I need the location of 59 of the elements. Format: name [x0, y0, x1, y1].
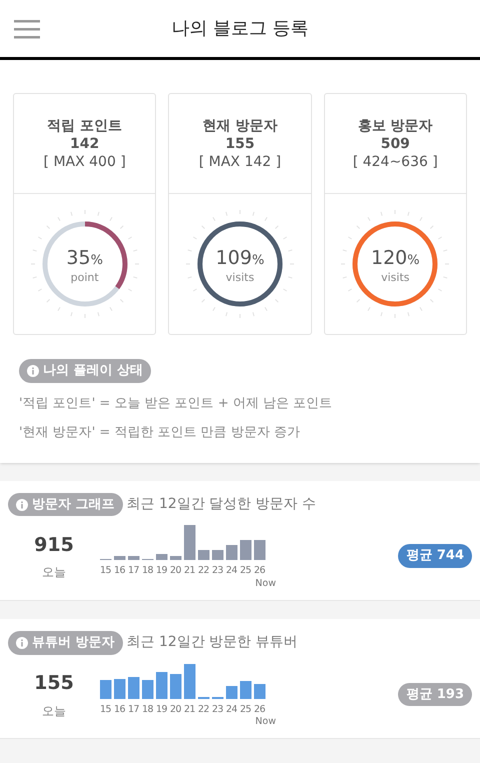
section-badge: 뷰튜버 방문자 [8, 631, 123, 654]
axis-label: 25 [240, 702, 252, 716]
gauge-percent: 120% [371, 249, 420, 268]
info-icon [16, 636, 28, 649]
gauge-caption: point [70, 270, 99, 286]
stat-range: [ 424~636 ] [352, 152, 438, 170]
status-badge: 나의 플레이 상태 [19, 359, 152, 382]
axis-label: 19 [156, 564, 168, 578]
today-label: 오늘 [42, 702, 66, 720]
section-description: 최근 12일간 달성한 방문자 수 [126, 495, 316, 514]
axis-label: 17 [128, 564, 140, 578]
axis-label: 20 [170, 702, 182, 716]
axis-label: 25 [240, 564, 252, 578]
section-description: 최근 12일간 방문한 뷰튜버 [126, 633, 298, 652]
gauge-percent: 109% [216, 249, 264, 268]
average-badge: 평균 193 [398, 682, 472, 706]
axis-label: 26 [254, 702, 266, 716]
axis-label: 22 [198, 564, 210, 578]
stat-title: 적립 포인트 [47, 116, 122, 134]
axis-label: 21 [184, 702, 196, 716]
now-label: Now [255, 578, 276, 588]
info-text: '적립 포인트' = 오늘 받은 포인트 + 어제 남은 포인트 [19, 394, 334, 413]
today-value: 915 [34, 532, 74, 558]
info-text: '현재 방문자' = 적립한 포인트 만큼 방문자 증가 [19, 424, 301, 442]
today-label: 오늘 [42, 564, 66, 582]
axis-label: 20 [170, 564, 182, 578]
axis-label: 16 [114, 564, 126, 578]
axis-label: 24 [226, 564, 238, 578]
today-value: 155 [34, 671, 74, 696]
info-icon [27, 364, 39, 377]
stat-title: 현재 방문자 [202, 116, 278, 134]
gauge-percent: 35% [66, 249, 103, 268]
stat-range: [ MAX 142 ] [198, 152, 282, 170]
axis-label: 21 [184, 564, 196, 578]
axis-label: 15 [100, 564, 112, 578]
info-icon [16, 498, 28, 510]
page-title: 나의 블로그 등록 [171, 17, 309, 41]
axis-label: 24 [226, 702, 238, 716]
section-badge: 방문자 그래프 [8, 492, 123, 516]
axis-label: 22 [198, 702, 210, 716]
gauge-caption: visits [381, 270, 410, 286]
gauge-caption: visits [226, 270, 254, 286]
stat-value: 142 [70, 134, 100, 152]
axis-label: 23 [212, 564, 224, 578]
average-badge: 평균 744 [398, 544, 472, 568]
stat-title: 홍보 방문자 [358, 116, 433, 134]
axis-label: 15 [100, 702, 112, 716]
menu-icon[interactable] [14, 18, 40, 40]
axis-label: 17 [128, 702, 140, 716]
axis-label: 26 [254, 564, 266, 578]
axis-label: 16 [114, 702, 126, 716]
axis-label: 18 [142, 564, 154, 578]
now-label: Now [255, 716, 276, 726]
stat-value: 155 [225, 134, 255, 152]
axis-label: 19 [156, 702, 168, 716]
axis-label: 23 [212, 702, 224, 716]
stat-range: [ MAX 400 ] [44, 152, 126, 170]
axis-label: 18 [142, 702, 154, 716]
stat-value: 509 [380, 134, 410, 152]
